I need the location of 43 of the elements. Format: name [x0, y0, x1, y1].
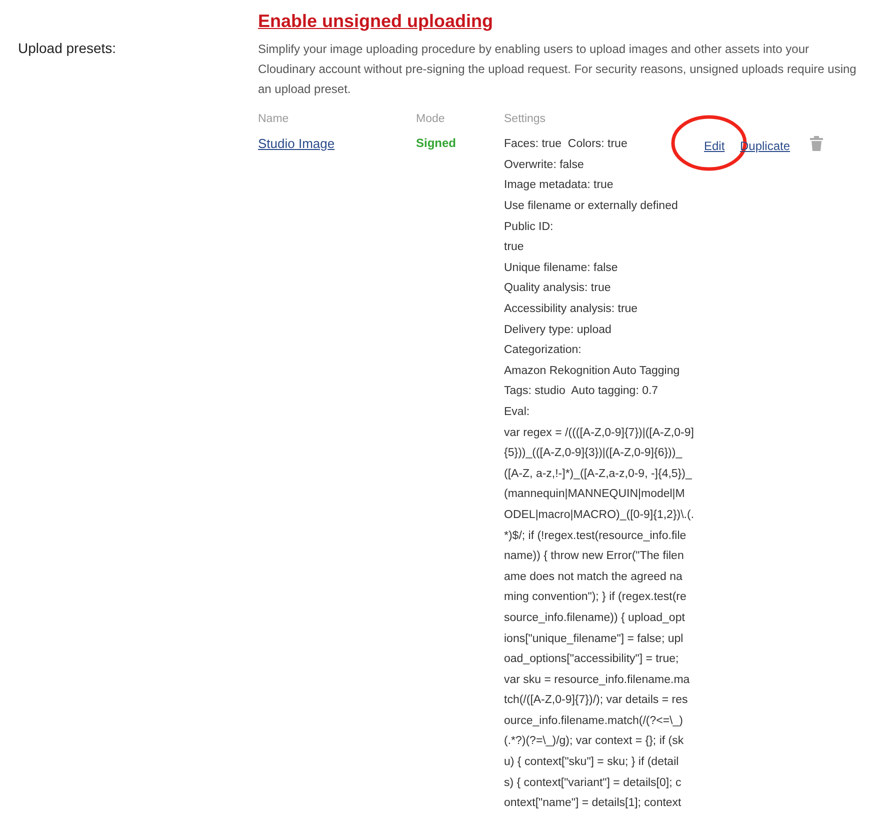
settings-line: ontext["name"] = details[1]; context — [504, 796, 682, 812]
settings-line: ming convention"); } if (regex.test(re — [504, 590, 688, 606]
settings-line: name)) { throw new Error("The filen — [504, 549, 685, 564]
settings-line: tch(/([A-Z,0-9]{7})/); var details = res — [504, 693, 689, 708]
settings-line: ame does not match the agreed na — [504, 570, 684, 585]
enable-unsigned-link[interactable]: Enable unsigned uploading — [258, 8, 494, 35]
settings-line: Accessibility analysis: true — [504, 302, 639, 317]
settings-line: ODEL|macro|MACRO)_([0-9]{1,2})\.(. — [504, 508, 696, 523]
settings-line: *)$/; if (!regex.test(resource_info.file — [504, 528, 688, 544]
settings-line: Eval: — [504, 404, 531, 420]
settings-line: Quality analysis: true — [504, 281, 612, 296]
preset-name-link[interactable]: Studio Image — [258, 134, 416, 154]
trash-icon[interactable] — [810, 136, 823, 152]
settings-line: Delivery type: upload — [504, 322, 612, 338]
settings-line: oad_options["accessibility"] = true; — [504, 652, 680, 668]
settings-line: Categorization: — [504, 343, 582, 358]
settings-line: Faces: true Colors: true — [504, 137, 628, 152]
action-link[interactable]: Edit — [704, 139, 725, 154]
settings-line: (mannequin|MANNEQUIN|model|M — [504, 487, 686, 502]
settings-line: true — [504, 240, 525, 256]
description-text: Simplify your image uploading procedure by enabling users to upload images and other assets into your Cloudinary account without pre-signing the upload request. For security reasons, unsigned uploads require using an upload preset. — [258, 41, 858, 98]
settings-line: Overwrite: false — [504, 158, 585, 173]
settings-line: u) { context["sku"] = sku; } if (detail — [504, 755, 680, 770]
settings-line: ource_info.filename.match(/(?<=\_) — [504, 714, 684, 729]
mode-label: Signed — [416, 135, 458, 152]
settings-line: ions["unique_filename"] = false; upl — [504, 632, 684, 646]
settings-line: source_info.filename)) { upload_opt — [504, 610, 686, 626]
settings-line: Image metadata: true — [504, 178, 614, 194]
column-header: Settings — [504, 112, 547, 127]
settings-line: Tags: studio Auto tagging: 0.7 — [504, 384, 660, 400]
settings-line: {5}))_(([A-Z,0-9]{3})|([A-Z,0-9]{6}))_ — [504, 446, 684, 462]
settings-line: Use filename or externally defined — [504, 199, 679, 214]
settings-line: Amazon Rekognition Auto Tagging — [504, 364, 681, 379]
settings-line: ([A-Z, a-z,!-]*)_([A-Z,a-z,0-9, -]{4,5})_ — [504, 466, 693, 482]
section-label: Upload presets: — [18, 39, 118, 58]
settings-line: s) { context["variant"] = details[0]; c — [504, 776, 682, 791]
settings-line: var regex = /((([A-Z,0-9]{7})|([A-Z,0-9] — [504, 426, 695, 441]
settings-line: Public ID: — [504, 220, 554, 235]
settings-line: Unique filename: false — [504, 260, 619, 276]
column-header: Mode — [416, 112, 446, 127]
settings-line: (.*?)(?=\_)/g); var context = {}; if (sk — [504, 734, 685, 750]
settings-line: var sku = resource_info.filename.ma — [504, 672, 691, 688]
column-header: Name — [258, 112, 290, 127]
